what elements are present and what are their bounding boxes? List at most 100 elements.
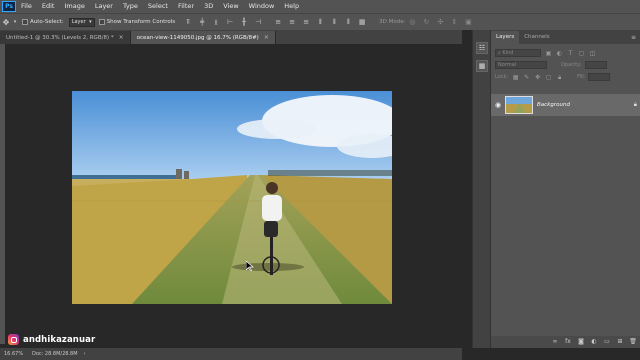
tab-label: Untitled-1 @ 30.3% (Levels 2, RGB/8) * xyxy=(6,34,114,41)
new-group-icon[interactable]: ▭ xyxy=(603,338,611,346)
distribute-bottom-icon[interactable]: ≡ xyxy=(300,17,312,27)
show-transform-label: Show Transform Controls xyxy=(106,19,176,25)
menu-select[interactable]: Select xyxy=(143,0,173,13)
menu-bar: Ps File Edit Image Layer Type Select Fil… xyxy=(0,0,640,13)
panel-menu-icon[interactable]: ≡ xyxy=(627,31,640,44)
distribute-center-icon[interactable]: ≡ xyxy=(286,17,298,27)
align-right-icon[interactable]: ⊣ xyxy=(252,17,264,27)
filter-adjustment-icon[interactable]: ◐ xyxy=(556,50,563,57)
tab-untitled[interactable]: Untitled-1 @ 30.3% (Levels 2, RGB/8) * × xyxy=(0,31,131,44)
kind-filter-label: Kind xyxy=(502,50,514,56)
trash-icon[interactable]: 🗑︎ xyxy=(629,338,637,346)
canvas-area[interactable] xyxy=(5,44,462,348)
fill-field[interactable] xyxy=(588,73,611,81)
lock-paint-icon[interactable]: ✎ xyxy=(523,74,530,81)
3d-mode-label: 3D Mode: xyxy=(379,19,406,25)
distribute-right-icon[interactable]: ⦀ xyxy=(342,17,354,27)
photoshop-window: Ps File Edit Image Layer Type Select Fil… xyxy=(0,0,640,360)
instagram-icon xyxy=(8,334,19,345)
document-size-info[interactable]: Doc: 28.8M/28.8M xyxy=(26,351,78,357)
layer-thumbnail-image xyxy=(506,97,532,113)
chevron-down-icon[interactable]: ▾ xyxy=(12,16,18,28)
menu-filter[interactable]: Filter xyxy=(173,0,199,13)
auto-select-target-dropdown[interactable]: Layer xyxy=(68,17,95,27)
instagram-handle: andhikazanuar xyxy=(23,334,96,345)
photoshop-logo: Ps xyxy=(2,1,16,12)
distribute-top-icon[interactable]: ≡ xyxy=(272,17,284,27)
lock-fill-row: Lock: ▦ ✎ ✥ ▢ 🔒︎ Fill: xyxy=(491,71,640,83)
kind-filter-dropdown[interactable]: ⌕ Kind xyxy=(495,49,541,57)
lock-artboard-icon[interactable]: ▢ xyxy=(545,74,552,81)
menu-type[interactable]: Type xyxy=(118,0,143,13)
show-transform-checkbox[interactable] xyxy=(98,19,105,25)
add-mask-icon[interactable]: ◙ xyxy=(577,338,585,346)
tab-channels[interactable]: Channels xyxy=(519,31,554,44)
status-bar: 16.67% Doc: 28.8M/28.8M › xyxy=(0,348,462,360)
tab-layers[interactable]: Layers xyxy=(491,31,520,44)
opacity-label: Opacity: xyxy=(561,62,582,68)
search-icon: ⌕ xyxy=(498,50,501,56)
auto-select-checkbox[interactable] xyxy=(22,19,28,25)
auto-select-label: Auto-Select: xyxy=(30,19,64,25)
instagram-watermark: andhikazanuar xyxy=(8,334,95,345)
align-left-icon[interactable]: ⊢ xyxy=(224,17,236,27)
lock-icon: 🔒︎ xyxy=(633,101,637,108)
menu-edit[interactable]: Edit xyxy=(37,0,60,13)
distribute-hcenter-icon[interactable]: ⦀ xyxy=(328,17,340,27)
chevron-right-icon[interactable]: › xyxy=(84,351,86,357)
menu-3d[interactable]: 3D xyxy=(199,0,218,13)
layer-thumbnail[interactable] xyxy=(505,96,533,114)
fx-icon[interactable]: fx xyxy=(564,338,572,346)
distribute-buttons: ≡ ≡ ≡ ⦀ ⦀ ⦀ ▦ xyxy=(271,17,369,27)
layer-name[interactable]: Background xyxy=(537,102,570,108)
menu-layer[interactable]: Layer xyxy=(90,0,118,13)
auto-align-icon[interactable]: ▦ xyxy=(356,17,368,27)
3d-slide-icon[interactable]: ⇕ xyxy=(448,17,460,27)
options-bar: ✥ ▾ Auto-Select: Layer Show Transform Co… xyxy=(0,13,640,30)
move-icon[interactable]: ✥ xyxy=(0,16,12,28)
document-tabs: Untitled-1 @ 30.3% (Levels 2, RGB/8) * ×… xyxy=(0,30,462,44)
align-horizontal-center-icon[interactable]: ╫ xyxy=(238,17,250,27)
lock-pixels-icon[interactable]: ▦ xyxy=(512,74,519,81)
properties-panel-icon[interactable]: ☷ xyxy=(476,42,488,54)
distribute-left-icon[interactable]: ⦀ xyxy=(314,17,326,27)
zoom-level-field[interactable]: 16.67% xyxy=(0,351,26,357)
close-icon[interactable]: × xyxy=(264,34,269,41)
histogram-panel-icon[interactable]: ▦ xyxy=(476,60,488,72)
layer-row-background[interactable]: ◉ Background 🔒︎ xyxy=(491,94,640,116)
menu-help[interactable]: Help xyxy=(279,0,304,13)
eye-icon[interactable]: ◉ xyxy=(491,101,505,109)
3d-roll-icon[interactable]: ↻ xyxy=(420,17,432,27)
3d-pan-icon[interactable]: ✣ xyxy=(434,17,446,27)
document-image[interactable] xyxy=(72,91,392,304)
layer-filter-row: ⌕ Kind ▣ ◐ T ▢ ◫ xyxy=(491,47,640,59)
menu-file[interactable]: File xyxy=(16,0,37,13)
mouse-cursor-icon xyxy=(246,261,254,271)
menu-view[interactable]: View xyxy=(218,0,243,13)
filter-shape-icon[interactable]: ▢ xyxy=(578,50,585,57)
close-icon[interactable]: × xyxy=(119,34,124,41)
adjustment-layer-icon[interactable]: ◐ xyxy=(590,338,598,346)
menu-window[interactable]: Window xyxy=(244,0,280,13)
collapsed-panels-column: ☷ ▦ xyxy=(472,30,490,348)
3d-scale-icon[interactable]: ▣ xyxy=(462,17,474,27)
align-bottom-icon[interactable]: ⫫ xyxy=(210,17,222,27)
new-layer-icon[interactable]: ⊞ xyxy=(616,338,624,346)
align-buttons: ⫪ ╪ ⫫ ⊢ ╫ ⊣ xyxy=(181,17,265,27)
blend-mode-dropdown[interactable]: Normal xyxy=(495,61,547,69)
filter-pixel-icon[interactable]: ▣ xyxy=(545,50,552,57)
opacity-field[interactable] xyxy=(584,61,607,69)
filter-type-icon[interactable]: T xyxy=(567,50,574,57)
layers-panel: Layers Channels ≡ ⌕ Kind ▣ ◐ T ▢ ◫ Norma… xyxy=(490,30,640,348)
link-layers-icon[interactable]: ∞ xyxy=(551,338,559,346)
align-vertical-center-icon[interactable]: ╪ xyxy=(196,17,208,27)
menu-image[interactable]: Image xyxy=(59,0,89,13)
lock-move-icon[interactable]: ✥ xyxy=(534,74,541,81)
filter-smart-object-icon[interactable]: ◫ xyxy=(589,50,596,57)
lock-label: Lock: xyxy=(495,74,509,80)
lock-all-icon[interactable]: 🔒︎ xyxy=(556,74,563,81)
tab-ocean-view[interactable]: ocean-view-1149050.jpg @ 16.7% (RGB/8#) … xyxy=(130,31,276,44)
align-top-icon[interactable]: ⫪ xyxy=(182,17,194,27)
3d-orbit-icon[interactable]: ◎ xyxy=(406,17,418,27)
panel-tabs: Layers Channels ≡ xyxy=(491,30,640,44)
